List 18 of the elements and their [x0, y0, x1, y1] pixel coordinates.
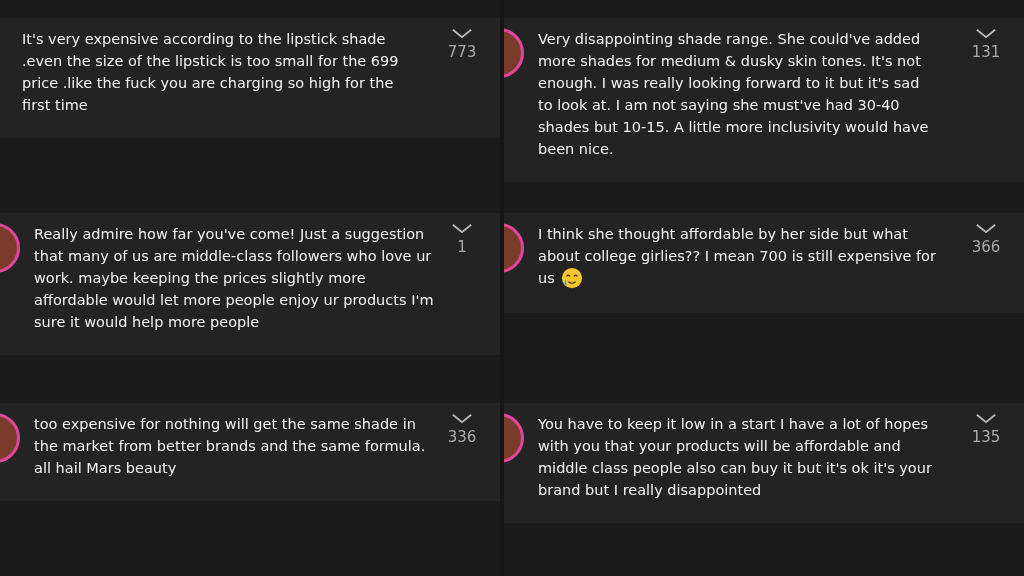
vote-count: 135 [971, 428, 1001, 446]
vote-count: 336 [447, 428, 477, 446]
chevron-down-icon[interactable] [451, 28, 473, 39]
vote-count: 131 [971, 43, 1001, 61]
chevron-down-icon[interactable] [975, 223, 997, 234]
vote-count: 1 [457, 238, 467, 256]
vote-count: 366 [971, 238, 1001, 256]
chevron-down-icon[interactable] [451, 223, 473, 234]
comment-text: Really admire how far you've come! Just a suggestion that many of us are middle-class followers who love ur work. maybe keeping the prices slightly more affordable would let more people enjoy ur products I'm sure it would help more people [34, 225, 434, 332]
vote-count: 773 [447, 43, 477, 61]
comment-text: It's very expensive according to the lipstick shade .even the size of the lipstick is too small for the 699 price .like the fuck you are charging so high for the first time [22, 30, 400, 115]
chevron-down-icon[interactable] [975, 413, 997, 424]
comment-text: You have to keep it low in a start I have a lot of hopes with you that your products will be affordable and middle class people also can buy it but it's ok it's your brand but I really disappointed [538, 415, 933, 500]
chevron-down-icon[interactable] [451, 413, 473, 424]
chevron-down-icon[interactable] [975, 28, 997, 39]
comment-text: I think she thought affordable by her side but what about college girlies?? I mean 700 is still expensive for us [538, 223, 938, 291]
comment-text: too expensive for nothing will get the same shade in the market from better brands and the same formula. all hail Mars beauty [34, 415, 427, 478]
comment-text: Very disappointing shade range. She could've added more shades for medium & dusky skin tones. It's not enough. I was really looking forward to it but it's sad to look at. I am not saying she must've had 30-40 shades but 10-15. A little more inclusivity would have been nice. [538, 30, 930, 159]
